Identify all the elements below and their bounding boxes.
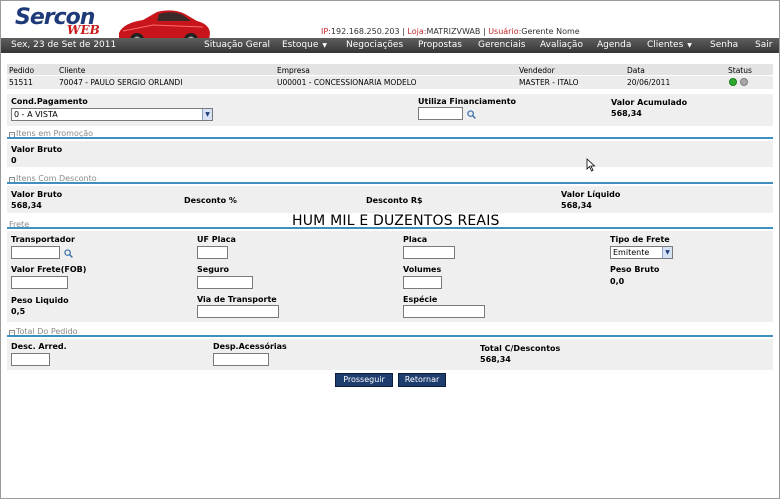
menu-agenda[interactable]: Agenda [597, 40, 631, 50]
section-divider [7, 137, 773, 139]
fob-input[interactable] [11, 276, 68, 289]
user-value: Gerente Nome [521, 27, 580, 36]
uf-plate-input[interactable] [197, 246, 228, 259]
freight-type-label: Tipo de Frete [610, 235, 670, 244]
menu-bar: Sex, 23 de Set de 2011 Situação Geral Es… [1, 38, 779, 53]
cell-pedido: 51511 [9, 78, 33, 87]
menu-clientes[interactable]: Clientes ▼ [647, 40, 692, 50]
user-label: Usuário: [488, 27, 522, 36]
prosseguir-button[interactable]: Prosseguir [335, 373, 393, 387]
dropdown-arrow-icon: ▼ [687, 42, 692, 49]
menu-estoque[interactable]: Estoque ▼ [282, 40, 327, 50]
gross-weight-label: Peso Bruto [610, 265, 660, 274]
discount-gross-label: Valor Bruto [11, 190, 63, 199]
volumes-label: Volumes [403, 265, 442, 274]
net-weight-label: Peso Liquido [11, 296, 69, 305]
session-info: IP:192.168.250.203 | Loja:MATRIZVWAB | U… [321, 27, 580, 36]
carrier-label: Transportador [11, 235, 75, 244]
total-label: Total C/Descontos [480, 344, 561, 353]
promo-gross-value: 0 [11, 156, 17, 165]
section-divider [7, 335, 773, 337]
volumes-input[interactable] [403, 276, 442, 289]
col-vendedor: Vendedor [519, 66, 555, 75]
plate-label: Placa [403, 235, 428, 244]
header: Sercon WEB IP:192.168.250.203 | Loja:MAT… [1, 1, 779, 49]
col-empresa: Empresa [277, 66, 310, 75]
col-data: Data [627, 66, 645, 75]
transport-label: Via de Transporte [197, 295, 277, 304]
accum-value: 568,34 [611, 109, 642, 118]
plate-input[interactable] [403, 246, 455, 259]
menu-estoque-label: Estoque [282, 40, 319, 50]
section-divider [7, 182, 773, 184]
species-input[interactable] [403, 305, 485, 318]
logo-sub: WEB [67, 23, 100, 37]
total-panel [7, 339, 773, 370]
menu-sair[interactable]: Sair [755, 40, 772, 50]
financing-label: Utiliza Financiamento [418, 97, 517, 106]
discount-pct-label: Desconto % [184, 196, 237, 205]
insurance-input[interactable] [197, 276, 253, 289]
dropdown-arrow-icon: ▼ [322, 42, 327, 49]
ip-value: 192.168.250.203 [330, 27, 400, 36]
section-divider [7, 227, 773, 229]
menu-situacao-geral[interactable]: Situação Geral [204, 40, 270, 50]
cell-data: 20/06/2011 [627, 78, 671, 87]
search-icon[interactable] [64, 249, 73, 258]
promo-gross-label: Valor Bruto [11, 145, 63, 154]
financing-input[interactable] [418, 107, 463, 120]
retornar-button[interactable]: Retornar [398, 373, 446, 387]
promo-panel [7, 141, 773, 167]
freight-panel [7, 231, 773, 322]
total-value: 568,34 [480, 355, 511, 364]
col-status: Status [728, 66, 752, 75]
cell-cliente: 70047 - PAULO SERGIO ORLANDI [59, 78, 183, 87]
cell-vendedor: MASTER - ITALO [519, 78, 579, 87]
current-date: Sex, 23 de Set de 2011 [11, 40, 117, 50]
ip-label: IP: [321, 27, 331, 36]
net-value-label: Valor Líquido [561, 190, 621, 199]
search-icon[interactable] [467, 110, 476, 119]
discount-rs-label: Desconto R$ [366, 196, 423, 205]
net-weight-value: 0,5 [11, 307, 26, 316]
discount-gross-value: 568,34 [11, 201, 42, 210]
uf-plate-label: UF Placa [197, 235, 236, 244]
accum-value-label: Valor Acumulado [611, 98, 688, 107]
status-gray-icon [740, 78, 748, 86]
expenses-input[interactable] [213, 353, 269, 366]
expenses-label: Desp.Acessórias [213, 342, 287, 351]
net-value: 568,34 [561, 201, 592, 210]
freight-type-select[interactable]: Emitente ▼ [610, 246, 673, 259]
menu-negociacoes[interactable]: Negociações [346, 40, 403, 50]
round-discount-input[interactable] [11, 353, 50, 366]
store-label: Loja: [407, 27, 427, 36]
menu-avaliacao[interactable]: Avaliação [540, 40, 583, 50]
fob-label: Valor Frete(FOB) [11, 265, 87, 274]
store-value: MATRIZVWAB [426, 27, 481, 36]
transport-input[interactable] [197, 305, 279, 318]
mouse-cursor-icon [586, 158, 596, 172]
cell-empresa: U00001 - CONCESSIONARIA MODELO [277, 78, 417, 87]
carrier-input[interactable] [11, 246, 60, 259]
table-row[interactable]: 51511 70047 - PAULO SERGIO ORLANDI U0000… [7, 76, 773, 89]
freight-type-value: Emitente [613, 248, 650, 257]
col-cliente: Cliente [59, 66, 86, 75]
col-pedido: Pedido [9, 66, 35, 75]
chevron-down-icon: ▼ [662, 247, 672, 258]
cond-pagamento-select[interactable]: 0 - A VISTA ▼ [11, 108, 213, 121]
menu-gerenciais[interactable]: Gerenciais [478, 40, 525, 50]
menu-clientes-label: Clientes [647, 40, 684, 50]
order-grid-header: Pedido Cliente Empresa Vendedor Data Sta… [7, 64, 773, 75]
round-discount-label: Desc. Arred. [11, 342, 67, 351]
cond-pagamento-value: 0 - A VISTA [14, 110, 58, 119]
menu-propostas[interactable]: Propostas [418, 40, 462, 50]
cond-pagamento-label: Cond.Pagamento [11, 97, 88, 106]
species-label: Espécie [403, 295, 438, 304]
menu-senha[interactable]: Senha [710, 40, 738, 50]
insurance-label: Seguro [197, 265, 230, 274]
status-green-icon [729, 78, 737, 86]
chevron-down-icon: ▼ [202, 109, 212, 120]
gross-weight-value: 0,0 [610, 277, 625, 286]
